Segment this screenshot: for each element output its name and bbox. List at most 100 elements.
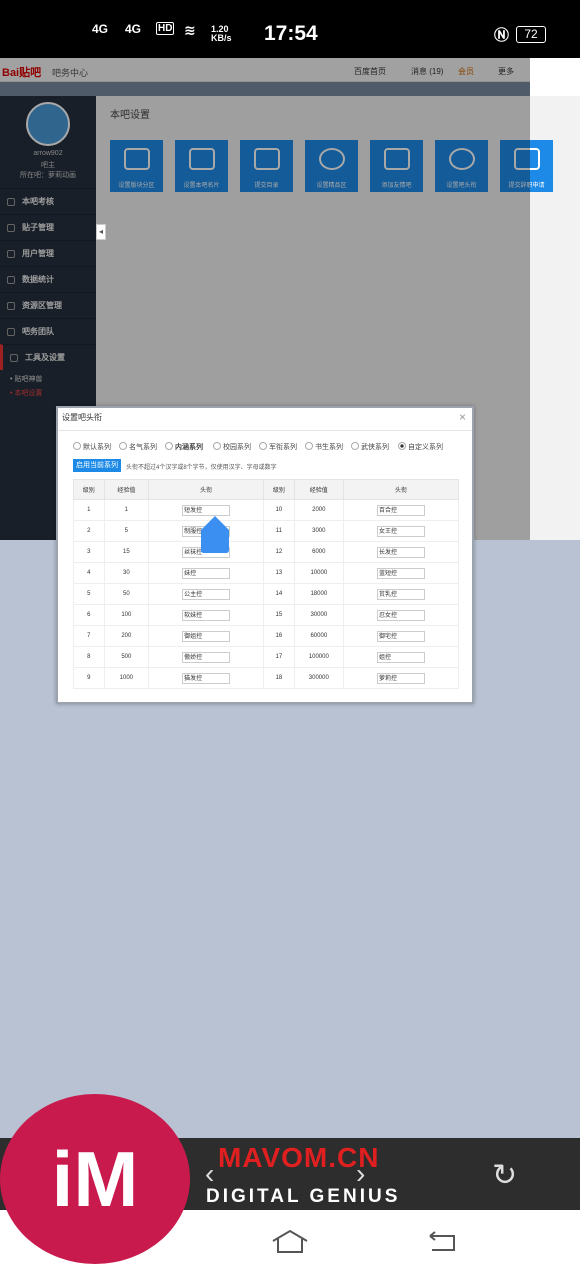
level-cell: 16 [263,625,295,647]
title-cell: 长发控 [342,541,460,563]
exp-cell: 2000 [293,499,344,521]
dialog-title: 设置吧头衔 [62,413,102,422]
level-cell: 15 [263,604,295,626]
exp-cell: 30 [103,562,150,584]
level-cell: 14 [263,583,295,605]
exp-cell: 500 [103,646,150,668]
home-icon[interactable] [270,1228,310,1256]
title-cell: 蓝短控 [342,562,460,584]
im-logo: iM [0,1094,190,1264]
apply-series-button[interactable]: 启用当前系列 [73,459,121,472]
battery-indicator: 72 [516,26,546,43]
series-wuxia-radio[interactable]: 武侠系列 [351,442,389,452]
table-row: 9 1000 猫发控 18 300000 萝莉控 [73,667,460,689]
title-cell: 百合控 [342,499,460,521]
level-cell: 18 [263,667,295,689]
level-cell: 17 [263,646,295,668]
forum-title-dialog: 设置吧头衔 × 默认系列 名气系列 内涵系列 校园系列 军衔系列 书生系列 武侠… [56,406,474,704]
level-cell: 2 [73,520,105,542]
table-row: 1 1 短发控 10 2000 百合控 [73,499,460,521]
exp-cell: 60000 [293,625,344,647]
table-row: 7 200 御姐控 16 60000 御宅控 [73,625,460,647]
title-input[interactable]: 女王控 [376,525,425,537]
net-speed: 1.20 KB/s [211,24,232,43]
level-cell: 12 [263,541,295,563]
table-row: 8 500 傲娇控 17 100000 姐控 [73,646,460,668]
title-input[interactable]: 姐控 [376,651,425,663]
title-input[interactable]: 傲娇控 [182,651,231,663]
exp-cell: 30000 [293,604,344,626]
level-cell: 8 [73,646,105,668]
exp-cell: 18000 [293,583,344,605]
level-cell: 5 [73,583,105,605]
level-cell: 3 [73,541,105,563]
signal-2-label: 4G [125,22,142,36]
nfc-icon: Ⓝ [494,27,510,44]
column-header: 级别 [263,479,295,500]
exp-cell: 50 [103,583,150,605]
close-icon[interactable]: × [459,410,466,424]
table-row: 5 50 公主控 14 18000 贫乳控 [73,583,460,605]
table-row: 2 5 制服控 11 3000 女王控 [73,520,460,542]
title-cell: 贫乳控 [342,583,460,605]
title-input[interactable]: 百合控 [376,504,425,516]
column-header: 级别 [73,479,105,500]
exp-cell: 1 [103,499,150,521]
exp-cell: 15 [103,541,150,563]
series-military-radio[interactable]: 军衔系列 [259,442,297,452]
series-inner-radio[interactable]: 内涵系列 [165,442,203,452]
title-cell: 猫发控 [148,667,265,689]
back-nav-icon[interactable] [426,1230,458,1254]
title-input[interactable]: 萝莉控 [376,672,425,684]
level-cell: 7 [73,625,105,647]
level-cell: 10 [263,499,295,521]
level-cell: 1 [73,499,105,521]
level-cell: 11 [263,520,295,542]
watermark-tagline: DIGITAL GENIUS [206,1186,401,1207]
title-rule-hint: 头衔不超过4个汉字或8个字节，仅使用汉字、字母或数字 [126,465,277,471]
title-cell: 公主控 [148,583,265,605]
title-cell: 软妹控 [148,604,265,626]
status-bar: 4G 4G HD ≋ 1.20 KB/s 17:54 Ⓝ 72 [0,0,580,58]
title-input[interactable]: 忍女控 [376,609,425,621]
hd-badge: HD [156,22,175,35]
refresh-icon[interactable]: ↻ [492,1158,517,1193]
title-input[interactable]: 软妹控 [182,609,231,621]
exp-cell: 1000 [103,667,150,689]
exp-cell: 100000 [293,646,344,668]
level-cell: 9 [73,667,105,689]
exp-cell: 100 [103,604,150,626]
title-input[interactable]: 蓝短控 [376,567,425,579]
title-cell: 忍女控 [342,604,460,626]
level-cell: 4 [73,562,105,584]
title-cell: 御宅控 [342,625,460,647]
series-custom-radio[interactable]: 自定义系列 [398,442,443,452]
title-input[interactable]: 猫发控 [182,672,231,684]
title-input[interactable]: 御姐控 [182,630,231,642]
series-campus-radio[interactable]: 校园系列 [213,442,251,452]
sidebar-collapse-button[interactable]: ◂ [96,224,106,240]
title-cell: 姐控 [342,646,460,668]
title-cell: 萝莉控 [342,667,460,689]
title-input[interactable]: 贫乳控 [376,588,425,600]
series-default-radio[interactable]: 默认系列 [73,442,111,452]
dialog-divider [58,430,472,431]
title-cell: 御姐控 [148,625,265,647]
table-row: 4 30 妹控 13 10000 蓝短控 [73,562,460,584]
title-input[interactable]: 御宅控 [376,630,425,642]
title-input[interactable]: 公主控 [182,588,231,600]
exp-cell: 5 [103,520,150,542]
level-cell: 13 [263,562,295,584]
series-scholar-radio[interactable]: 书生系列 [305,442,343,452]
column-header: 头衔 [148,479,265,500]
table-row: 3 15 丝袜控 12 6000 长发控 [73,541,460,563]
series-fame-radio[interactable]: 名气系列 [119,442,157,452]
title-input[interactable]: 长发控 [376,546,425,558]
exp-cell: 6000 [293,541,344,563]
column-header: 经验值 [103,479,150,500]
title-levels-table: 级别 经验值 头衔 级别 经验值 头衔 1 1 短发控 10 2000 百合控 2 5 制服控 11 3000… [73,479,460,689]
exp-cell: 10000 [293,562,344,584]
exp-cell: 300000 [293,667,344,689]
title-input[interactable]: 妹控 [182,567,231,579]
exp-cell: 3000 [293,520,344,542]
